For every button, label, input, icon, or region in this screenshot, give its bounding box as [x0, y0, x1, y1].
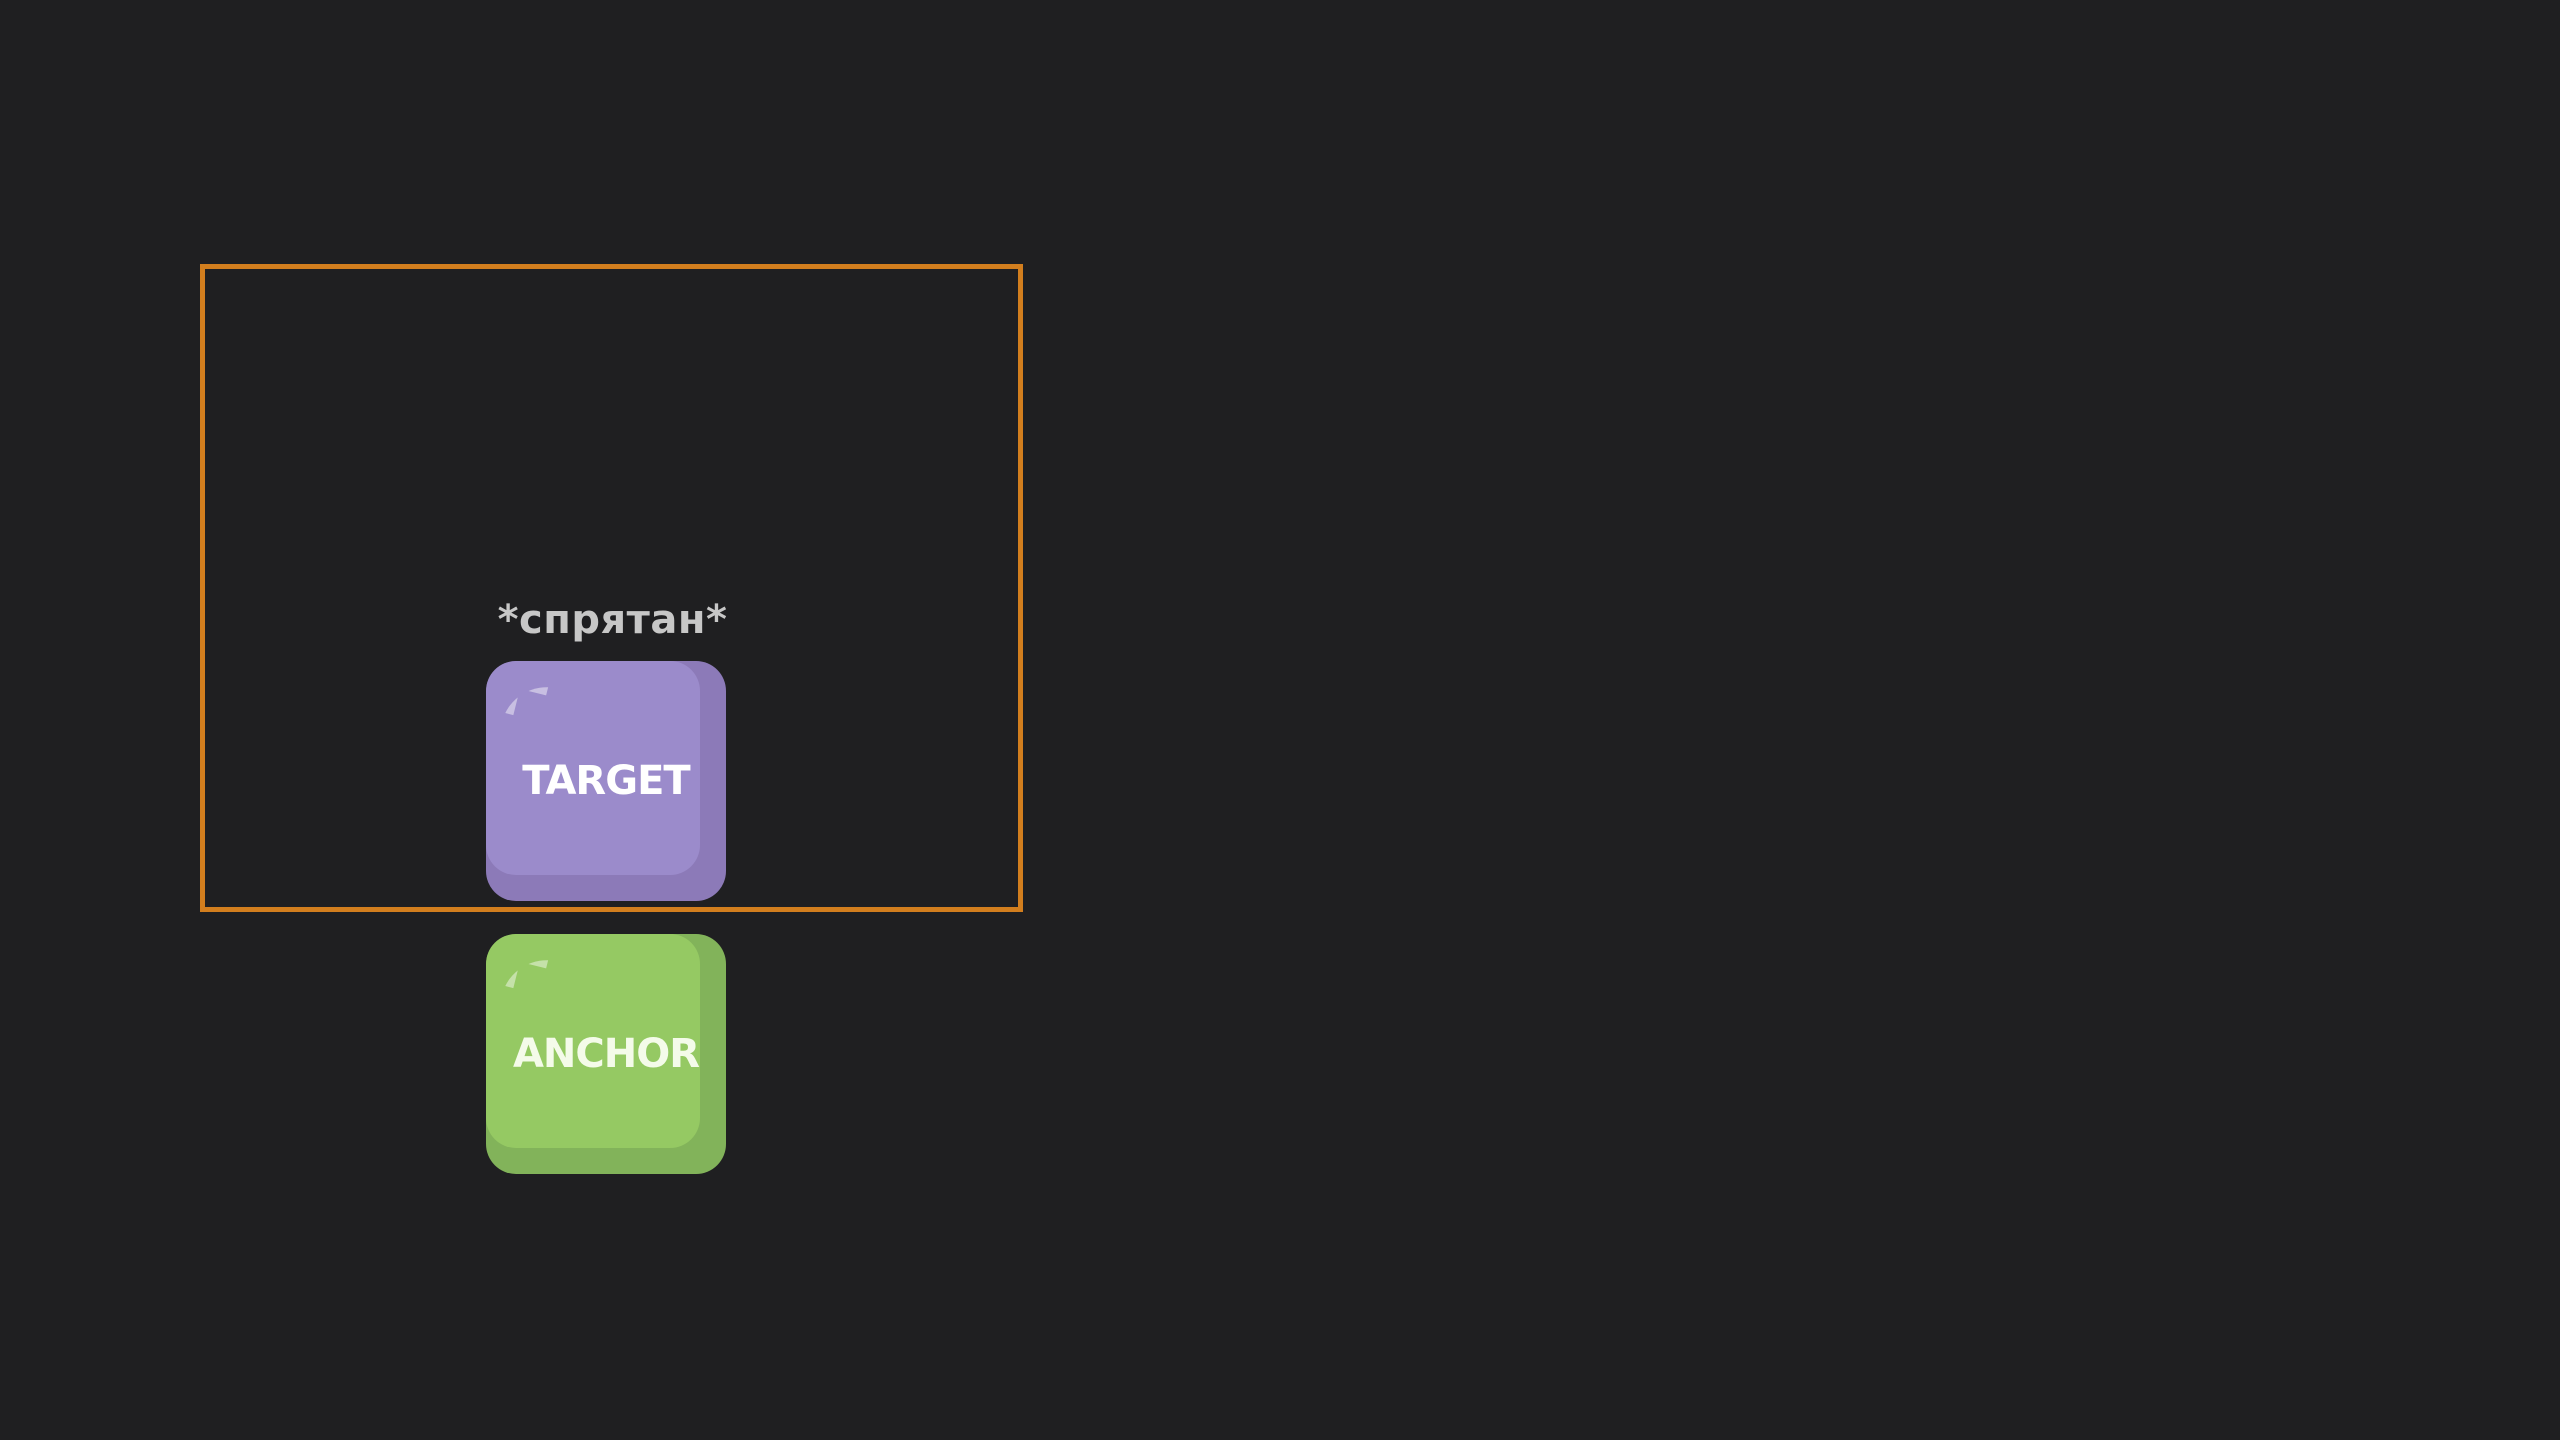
anchor-tile[interactable]: ANCHOR: [486, 934, 726, 1174]
target-label: TARGET: [522, 758, 690, 804]
canvas: *спрятан* TARGET ANCHOR: [0, 0, 2560, 1440]
anchor-label: ANCHOR: [512, 1031, 700, 1077]
hidden-caption: *спрятан*: [497, 597, 728, 643]
target-tile[interactable]: TARGET: [486, 661, 726, 901]
